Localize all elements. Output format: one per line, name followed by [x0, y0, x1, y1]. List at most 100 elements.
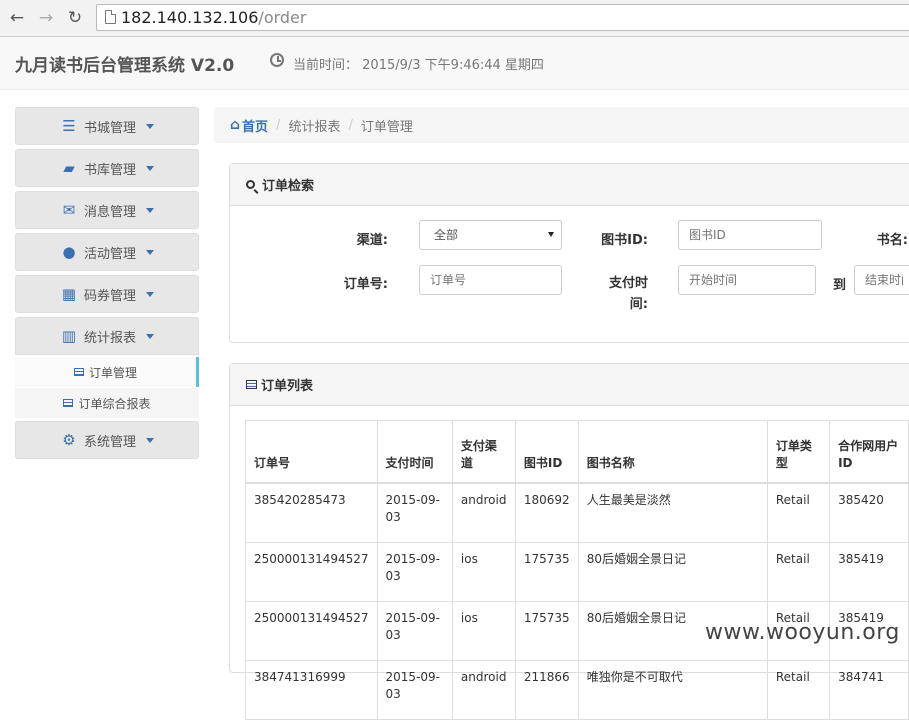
breadcrumb-current: 订单管理 — [360, 119, 413, 135]
submenu-item-label: 订单管理 — [88, 365, 137, 380]
pay-time-label: 支付时间: — [590, 273, 648, 315]
cell-book-id: 180692 — [514, 482, 579, 543]
order-no-label: 订单号: — [343, 277, 388, 292]
url-path: /order — [258, 8, 307, 27]
caret-down-icon — [146, 333, 154, 339]
search-panel: 订单检索 — [229, 163, 909, 343]
table-row[interactable]: 385420285473 2015-09-03 android 180692 人… — [245, 482, 909, 543]
forward-icon[interactable]: → — [36, 8, 56, 28]
cell-pay-time: 2015-09-03 — [376, 542, 453, 602]
order-list-heading: 订单列表 — [230, 364, 909, 406]
caret-down-icon — [146, 207, 154, 213]
current-time: 当前时间： 2015/9/3 下午9:46:44 星期四 — [293, 54, 544, 73]
cell-order-no: 384741316999 — [245, 660, 378, 720]
channel-select[interactable]: 全部 — [419, 220, 562, 250]
channel-select-value: 全部 — [434, 228, 459, 242]
book-id-input[interactable] — [678, 220, 822, 250]
app-title[interactable]: 九月读书后台管理系统 V2.0 — [15, 51, 234, 76]
end-time-input[interactable] — [854, 265, 909, 295]
breadcrumb-home[interactable]: ⌂ 首页 — [230, 116, 268, 135]
search-panel-title: 订单检索 — [262, 179, 315, 194]
cell-book-name: 人生最美是淡然 — [577, 482, 768, 543]
envelope-icon: ✉ — [62, 201, 76, 219]
table-header-row: 订单号 支付时间 支付渠道 图书ID 图书名称 订单类型 合作网用户ID — [245, 420, 909, 484]
order-list-title: 订单列表 — [261, 379, 314, 394]
caret-down-icon — [146, 437, 154, 443]
caret-down-icon — [146, 165, 154, 171]
cell-partner-user-id: 385419 — [829, 542, 909, 602]
column-header[interactable]: 合作网用户ID — [829, 420, 909, 484]
column-header[interactable]: 订单号 — [245, 420, 378, 484]
caret-down-icon — [146, 249, 154, 255]
clock-icon — [270, 53, 284, 67]
sidebar-item-label: 码券管理 — [83, 288, 136, 304]
column-header[interactable]: 支付渠道 — [451, 420, 516, 484]
table-row[interactable]: 250000131494527 2015-09-03 ios 175735 80… — [245, 542, 909, 602]
cell-book-id: 175735 — [514, 601, 579, 661]
breadcrumb-separator: / — [276, 117, 281, 133]
caret-down-icon — [146, 123, 154, 129]
cell-channel: android — [451, 660, 516, 720]
cell-pay-time: 2015-09-03 — [376, 601, 453, 661]
cell-order-type: Retail — [766, 660, 831, 720]
server-icon: ☰ — [62, 117, 76, 135]
breadcrumb-reports[interactable]: 统计报表 — [288, 116, 340, 135]
page-icon — [105, 10, 116, 24]
breadcrumb: ⌂ 首页 / 统计报表 / 订单管理 — [214, 107, 909, 143]
reload-icon[interactable]: ↻ — [65, 8, 85, 28]
cell-book-name: 80后婚姻全景日记 — [577, 542, 768, 602]
sidebar-item-coupons[interactable]: ▦ 码券管理 — [15, 275, 199, 313]
cell-partner-user-id: 384741 — [829, 660, 909, 720]
cell-channel: android — [451, 482, 516, 543]
home-icon: ⌂ — [230, 117, 241, 133]
channel-label: 渠道: — [356, 233, 388, 248]
app-header: 九月读书后台管理系统 V2.0 当前时间： 2015/9/3 下午9:46:44… — [0, 37, 909, 90]
submenu-item-order-report[interactable]: 订单综合报表 — [15, 388, 199, 418]
sidebar-item-system[interactable]: ⚙ 系统管理 — [15, 421, 199, 459]
cell-channel: ios — [451, 601, 516, 661]
to-label: 到 — [832, 278, 846, 293]
sidebar-item-label: 消息管理 — [83, 204, 136, 220]
pay-time-label-line2: 间: — [629, 297, 648, 312]
cell-order-no: 250000131494527 — [245, 542, 378, 602]
cell-book-id: 175735 — [514, 542, 579, 602]
book-id-label: 图书ID: — [601, 233, 648, 248]
submenu-item-order-management[interactable]: 订单管理 — [15, 357, 199, 387]
sidebar-item-activities[interactable]: ● 活动管理 — [15, 233, 199, 271]
sidebar-item-label: 活动管理 — [83, 246, 136, 262]
sidebar-item-messages[interactable]: ✉ 消息管理 — [15, 191, 199, 229]
table-row[interactable]: 384741316999 2015-09-03 android 211866 唯… — [245, 660, 909, 720]
search-panel-heading: 订单检索 — [230, 164, 909, 206]
search-icon — [246, 180, 255, 189]
sidebar-item-library[interactable]: ▰ 书库管理 — [15, 149, 199, 187]
browser-toolbar: ← → ↻ 182.140.132.106/order — [0, 0, 909, 37]
sidebar-item-label: 书库管理 — [83, 162, 136, 178]
cell-partner-user-id: 385420 — [829, 482, 909, 543]
time-label: 当前时间： — [293, 58, 359, 73]
table-icon — [246, 380, 257, 389]
select-arrow-icon — [548, 232, 554, 237]
cell-pay-time: 2015-09-03 — [376, 660, 453, 720]
column-header[interactable]: 支付时间 — [376, 420, 453, 484]
column-header[interactable]: 图书名称 — [577, 420, 768, 484]
order-table: 订单号 支付时间 支付渠道 图书ID 图书名称 订单类型 合作网用户ID 385… — [245, 420, 909, 720]
cell-order-type: Retail — [766, 542, 831, 602]
sidebar-item-label: 书城管理 — [83, 120, 136, 136]
column-header[interactable]: 图书ID — [514, 420, 579, 484]
book-name-label: 书名: — [876, 233, 908, 248]
sidebar-item-label: 系统管理 — [83, 434, 136, 450]
sidebar-item-reports[interactable]: ▥ 统计报表 — [15, 317, 199, 355]
cell-pay-time: 2015-09-03 — [376, 482, 453, 543]
cell-book-id: 211866 — [514, 660, 579, 720]
address-bar[interactable]: 182.140.132.106/order — [96, 4, 909, 31]
bar-chart-icon: ▥ — [61, 327, 77, 345]
column-header[interactable]: 订单类型 — [766, 420, 831, 484]
start-time-input[interactable] — [678, 265, 816, 295]
order-no-input[interactable] — [419, 265, 562, 295]
caret-down-icon — [146, 291, 154, 297]
sidebar-item-bookstore[interactable]: ☰ 书城管理 — [15, 107, 199, 145]
table-icon — [73, 368, 84, 376]
table-icon — [63, 399, 74, 407]
back-icon[interactable]: ← — [7, 8, 27, 28]
pay-time-label-line1: 支付时 — [608, 276, 648, 291]
